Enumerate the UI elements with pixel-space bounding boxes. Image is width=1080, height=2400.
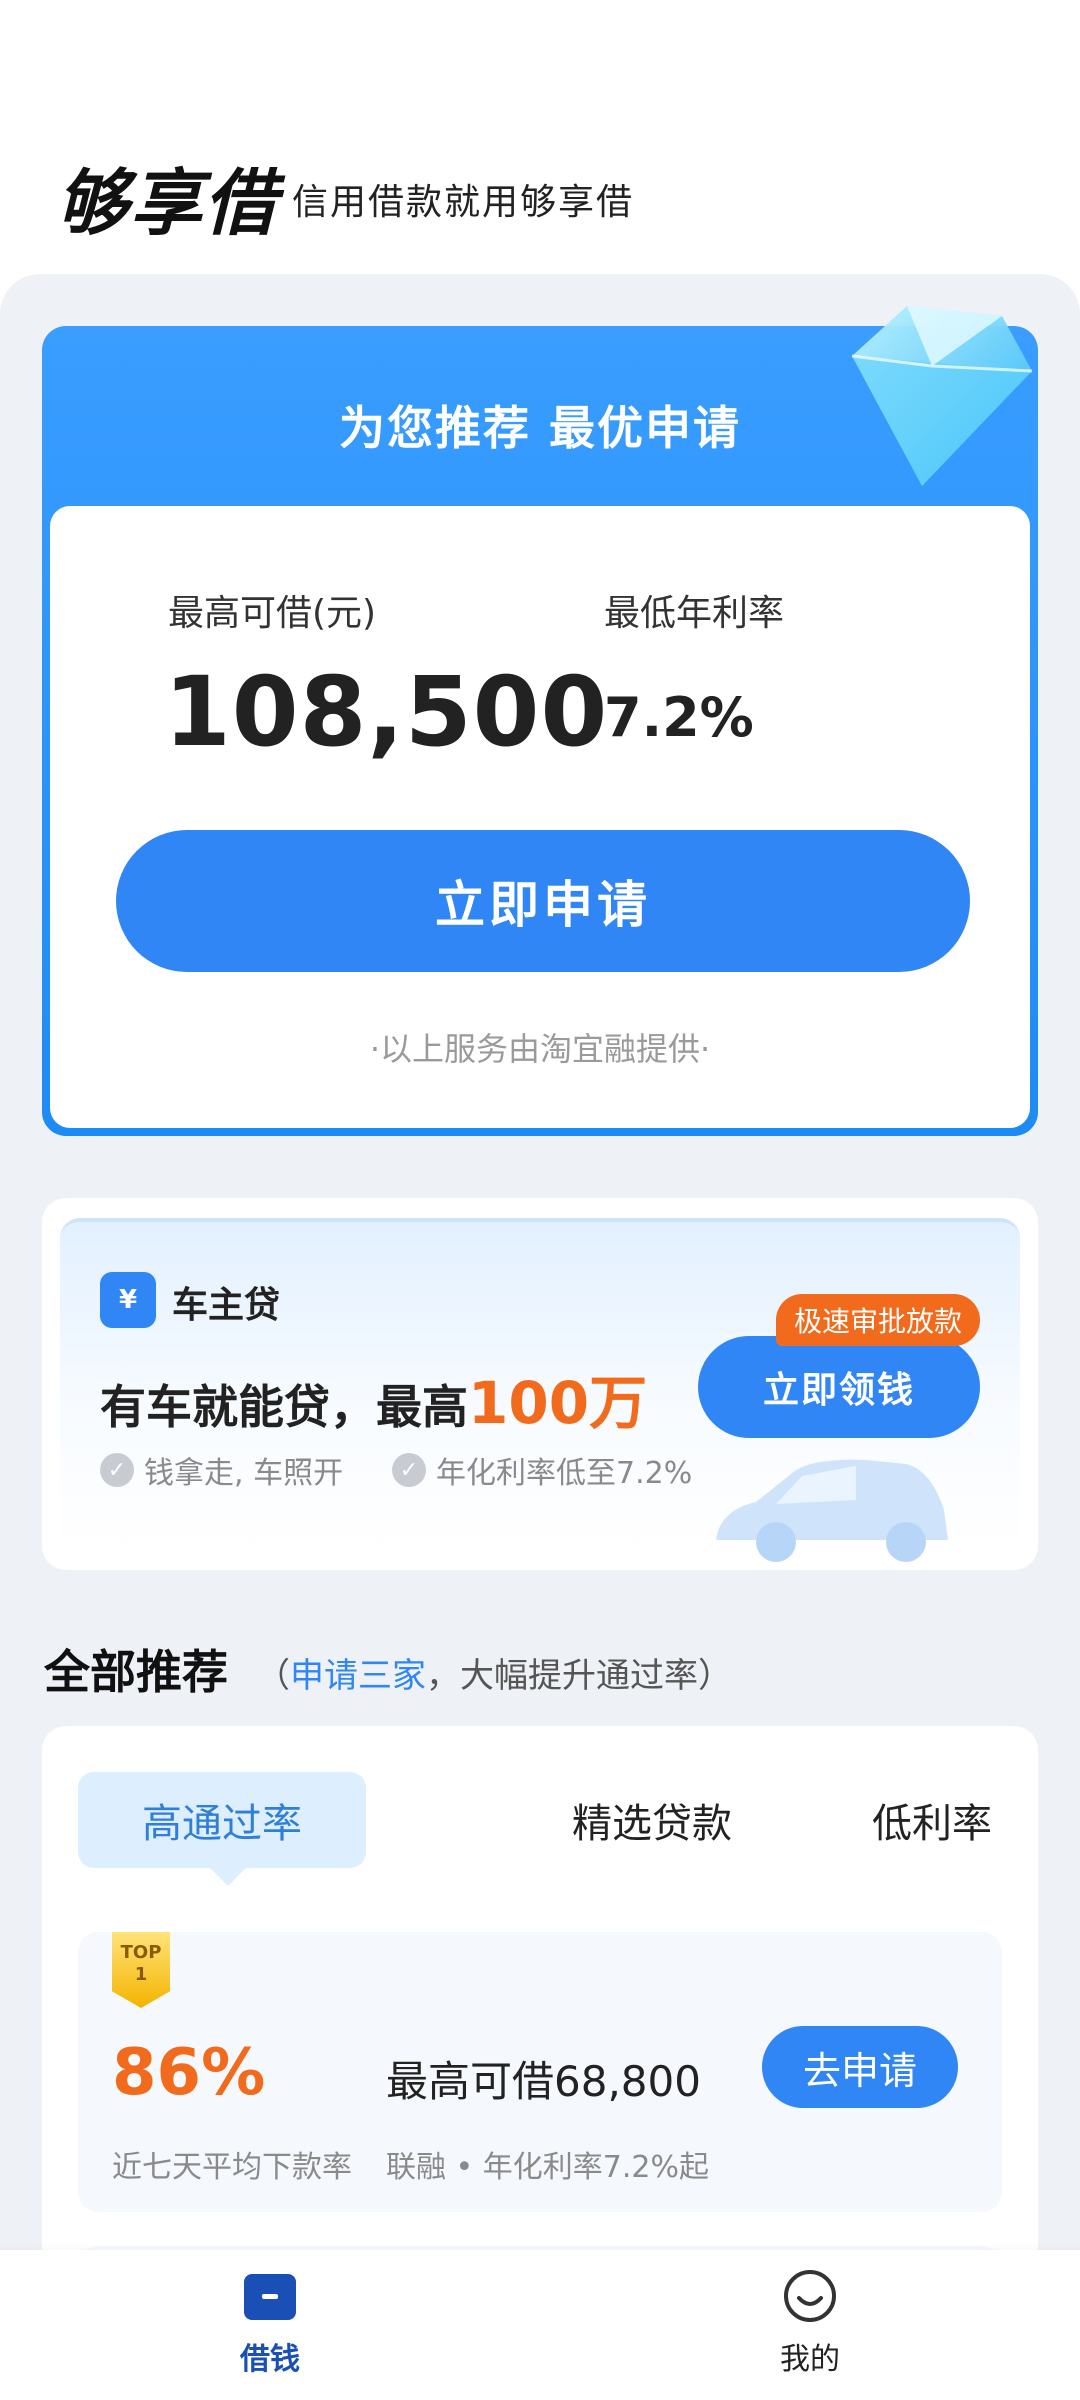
check-icon: ✓: [392, 1453, 426, 1487]
badge-top: TOP: [120, 1942, 162, 1963]
feature-text: 年化利率低至7.2%: [436, 1456, 693, 1491]
max-amount-label: 最高可借(元): [168, 593, 377, 634]
recommend-card: 为您推荐 最优申请 最高可借(元) 最低年利率 108,500 7.2% 立即申…: [42, 306, 1038, 1136]
car-feature-1: ✓ 钱拿走, 车照开: [100, 1448, 343, 1492]
section-title: 全部推荐: [44, 1645, 228, 1699]
tab-high-approval[interactable]: 高通过率: [78, 1772, 366, 1886]
nav-borrow[interactable]: 借钱: [170, 2268, 370, 2378]
brand-logo: 够享借: [56, 158, 278, 248]
nav-mine-label: 我的: [780, 2342, 840, 2377]
car-icon: [716, 1459, 948, 1562]
car-feature-2: ✓ 年化利率低至7.2%: [392, 1448, 692, 1492]
bottom-nav: 借钱 我的: [0, 2250, 1080, 2400]
section-subtitle: （申请三家，大幅提升通过率）: [256, 1648, 732, 1697]
profile-smile-icon: [782, 2268, 838, 2324]
diamond-icon: [851, 306, 1033, 486]
headline-prefix: 有车就能贷，最高: [100, 1380, 468, 1434]
badge-num: 1: [134, 1964, 148, 1985]
product-rate-caption: 近七天平均下款率: [112, 2150, 352, 2185]
car-loan-app-icon: ¥: [100, 1272, 156, 1328]
top-rank-badge: TOP 1: [112, 1932, 170, 2008]
check-icon: ✓: [100, 1453, 134, 1487]
headline-amount: 100万: [468, 1369, 648, 1437]
brand-name: 够享借: [56, 161, 279, 245]
feature-text: 钱拿走, 车照开: [144, 1456, 344, 1491]
nav-borrow-label: 借钱: [240, 2342, 300, 2377]
max-amount-value: 108,500: [164, 656, 609, 768]
subtitle-open: （: [256, 1656, 290, 1696]
go-apply-button[interactable]: 去申请: [762, 2026, 958, 2108]
fast-approval-badge: 极速审批放款: [776, 1294, 981, 1346]
subtitle-highlight: 申请三家: [290, 1656, 426, 1696]
car-loan-name: 车主贷: [172, 1285, 281, 1326]
wallet-icon: [242, 2268, 298, 2324]
min-rate-value: 7.2%: [604, 686, 754, 749]
car-loan-headline: 有车就能贷，最高100万: [100, 1356, 647, 1440]
app-header: 够享借 信用借款就用够享借: [0, 0, 1080, 280]
tab-low-rate[interactable]: 低利率: [832, 1772, 1032, 1868]
car-loan-card[interactable]: ¥ 车主贷 有车就能贷，最高100万 ✓ 钱拿走, 车照开 ✓ 年化利率低至7.…: [42, 1198, 1038, 1570]
product-description: 联融 • 年化利率7.2%起: [386, 2150, 709, 2185]
nav-mine[interactable]: 我的: [710, 2268, 910, 2378]
min-rate-label: 最低年利率: [604, 593, 785, 634]
get-money-button[interactable]: 立即领钱: [698, 1336, 980, 1438]
recommend-inner: 最高可借(元) 最低年利率 108,500 7.2% 立即申请 ·以上服务由淘宜…: [50, 506, 1030, 1128]
tab-selected-loans[interactable]: 精选贷款: [502, 1772, 802, 1868]
provider-note: ·以上服务由淘宜融提供·: [369, 1030, 711, 1068]
product-limit: 最高可借68,800: [386, 2057, 701, 2106]
yuan-icon: ¥: [118, 1285, 138, 1315]
subtitle-rest: ，大幅提升通过率）: [426, 1656, 732, 1696]
brand-slogan: 信用借款就用够享借: [292, 182, 635, 223]
product-approval-rate: 86%: [112, 2036, 266, 2110]
apply-now-button[interactable]: 立即申请: [116, 830, 970, 972]
product-item[interactable]: TOP 1 86% 最高可借68,800 近七天平均下款率 联融 • 年化利率7…: [78, 1932, 1002, 2212]
